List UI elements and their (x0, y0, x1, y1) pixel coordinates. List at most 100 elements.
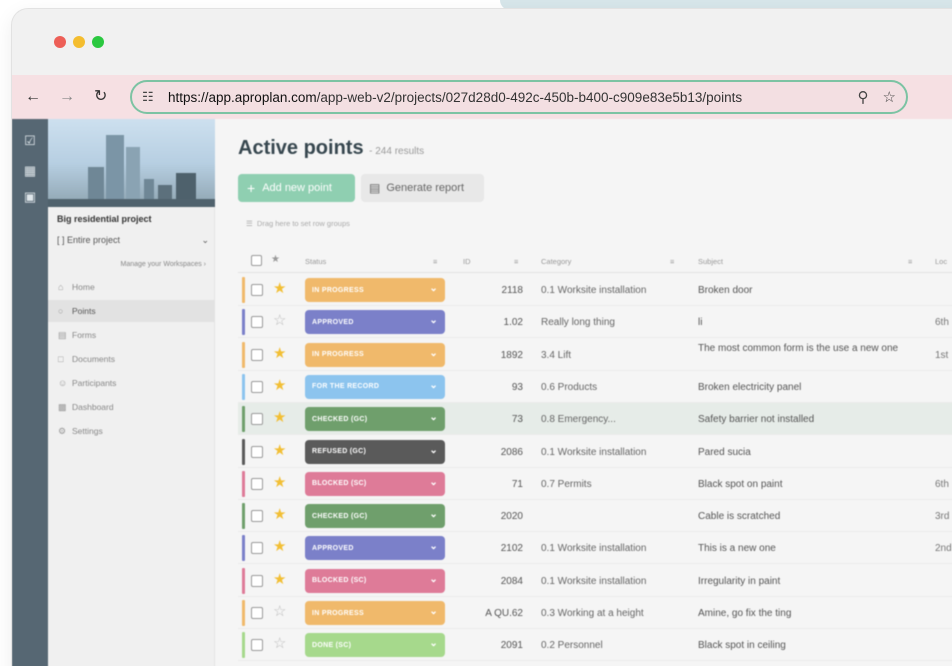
inbox-app-icon[interactable]: ▣ (22, 189, 38, 205)
status-dropdown[interactable]: REFUSED (GC) ⌄ (305, 439, 445, 464)
point-subject: Black spot in ceiling (698, 640, 786, 652)
row-checkbox[interactable] (251, 413, 263, 426)
table-row[interactable]: ☆ APPROVED ⌄ 1.02 Really long thing li 6th (238, 306, 952, 339)
select-all-checkbox[interactable] (251, 255, 262, 266)
status-dropdown[interactable]: FOR THE RECORD ⌄ (305, 374, 445, 399)
status-dropdown[interactable]: BLOCKED (SC) ⌄ (305, 471, 445, 496)
row-checkbox[interactable] (251, 445, 263, 458)
chevron-down-icon: ⌄ (429, 283, 438, 294)
back-arrow-icon[interactable]: ← (25, 88, 41, 106)
star-filled-icon[interactable]: ★ (273, 378, 286, 393)
forward-arrow-icon[interactable]: → (59, 88, 75, 106)
star-outline-icon[interactable]: ☆ (273, 636, 286, 651)
table-row[interactable]: ★ BLOCKED (SC) ⌄ 2084 0.1 Worksite installat… (238, 565, 952, 597)
column-category[interactable]: Category (541, 257, 571, 266)
row-checkbox[interactable] (251, 574, 263, 587)
sidebar-item-documents[interactable]: □ Documents (48, 348, 215, 370)
row-checkbox[interactable] (251, 510, 263, 523)
row-checkbox[interactable] (251, 639, 263, 652)
minimize-window-button[interactable] (73, 36, 85, 48)
table-row[interactable]: ★ APPROVED ⌄ 2102 0.1 Worksite installation T… (238, 532, 952, 565)
sidebar-item-participants[interactable]: ☺ Participants (48, 372, 215, 394)
status-dropdown[interactable]: BLOCKED (SC) ⌄ (305, 568, 445, 593)
reload-icon[interactable]: ↻ (94, 88, 107, 106)
buildings-app-icon[interactable]: ▦ (22, 163, 38, 179)
star-outline-icon[interactable]: ☆ (273, 604, 286, 619)
table-row[interactable]: ★ BLOCKED (SC) ⌄ 71 0.7 Permits Black spot on… (238, 468, 952, 500)
column-subject[interactable]: Subject (698, 257, 723, 266)
table-row[interactable]: ★ CHECKED (GC) ⌄ 2020 Cable is scratched 3rd (238, 500, 952, 533)
star-filled-icon[interactable]: ★ (273, 539, 286, 554)
bookmark-star-icon[interactable]: ☆ (883, 88, 896, 106)
column-menu-icon[interactable]: ≡ (670, 257, 674, 266)
table-header: ★ Status ≡ ID ≡ Category ≡ Subject ≡ Loc (238, 249, 952, 273)
table-row[interactable]: ★ IN PROGRESS ⌄ 2118 0.1 Worksite installati… (238, 274, 952, 306)
star-filled-icon[interactable]: ★ (273, 281, 286, 296)
status-dropdown[interactable]: DONE (SC) ⌄ (305, 633, 445, 658)
row-group-icon: ☰ (246, 219, 253, 228)
sidebar-item-home[interactable]: ⌂ Home (48, 276, 215, 298)
row-group-dropzone[interactable]: ☰ Drag here to set row groups (246, 219, 350, 228)
column-id[interactable]: ID (463, 257, 471, 266)
star-filled-icon[interactable]: ★ (273, 443, 286, 458)
address-bar[interactable]: ☷ https://app.aproplan.com/app-web-v2/pr… (130, 80, 908, 114)
sidebar-item-forms[interactable]: ▤ Forms (48, 324, 215, 346)
status-dropdown[interactable]: IN PROGRESS ⌄ (305, 601, 445, 625)
app-icon-rail: ☑ ▦ ▣ (12, 119, 48, 666)
chevron-down-icon: ⌄ (429, 444, 438, 456)
status-dropdown[interactable]: IN PROGRESS ⌄ (305, 278, 445, 302)
row-checkbox[interactable] (251, 316, 263, 329)
point-category: 0.7 Permits (541, 478, 592, 490)
column-status[interactable]: Status (305, 257, 326, 266)
table-row[interactable]: ★ FOR THE RECORD ⌄ 93 0.6 Products Broken ele… (238, 371, 952, 403)
zoom-icon[interactable]: ⚲ (858, 88, 869, 106)
sidebar-item-points[interactable]: ○ Points (48, 300, 215, 322)
sidebar-item-dashboard[interactable]: ▩ Dashboard (48, 396, 215, 418)
star-filled-icon[interactable]: ★ (273, 572, 286, 587)
generate-report-button[interactable]: ▤ Generate report (361, 174, 484, 202)
star-filled-icon[interactable]: ★ (273, 410, 286, 425)
row-checkbox[interactable] (251, 284, 263, 296)
close-window-button[interactable] (54, 36, 66, 48)
add-new-point-button[interactable]: + Add new point (238, 174, 355, 202)
status-dropdown[interactable]: CHECKED (GC) ⌄ (305, 504, 445, 529)
url-text[interactable]: https://app.aproplan.com/app-web-v2/proj… (164, 90, 844, 105)
point-category: 0.1 Worksite installation (541, 543, 647, 555)
row-checkbox[interactable] (251, 477, 263, 490)
manage-workspaces-link[interactable]: Manage your Workspaces › (121, 261, 206, 268)
chevron-down-icon: ⌄ (429, 638, 438, 650)
point-id: 71 (511, 478, 523, 490)
maximize-window-button[interactable] (92, 36, 104, 48)
status-dropdown[interactable]: IN PROGRESS ⌄ (305, 342, 445, 367)
column-menu-icon[interactable]: ≡ (433, 257, 437, 266)
row-checkbox[interactable] (251, 542, 263, 555)
star-filled-icon[interactable]: ★ (273, 475, 286, 490)
column-menu-icon[interactable]: ≡ (908, 257, 912, 266)
star-filled-icon[interactable]: ★ (273, 507, 286, 522)
chevron-down-icon: ⌄ (429, 509, 438, 521)
table-row[interactable]: ☆ IN PROGRESS ⌄ A QU.62 0.3 Working at a hei… (238, 597, 952, 629)
column-location[interactable]: Loc (935, 257, 947, 266)
row-checkbox[interactable] (251, 607, 263, 619)
star-outline-icon[interactable]: ☆ (273, 313, 286, 328)
table-row[interactable]: ★ IN PROGRESS ⌄ 1892 3.4 Lift The most common… (238, 339, 952, 371)
scope-selector[interactable]: [ ] Entire project ⌄ (57, 235, 209, 246)
status-dropdown[interactable]: APPROVED ⌄ (305, 310, 445, 335)
points-app-icon[interactable]: ☑ (22, 133, 38, 149)
row-checkbox[interactable] (251, 380, 263, 393)
table-row[interactable]: ★ REFUSED (GC) ⌄ 2086 0.1 Worksite installat… (238, 436, 952, 468)
status-dropdown[interactable]: CHECKED (GC) ⌄ (305, 407, 445, 432)
site-settings-icon[interactable]: ☷ (142, 89, 164, 105)
column-menu-icon[interactable]: ≡ (514, 257, 518, 266)
point-location: 2nd (935, 543, 952, 555)
star-column-icon[interactable]: ★ (271, 254, 280, 265)
star-filled-icon[interactable]: ★ (273, 346, 286, 361)
status-dropdown[interactable]: APPROVED ⌄ (305, 536, 445, 561)
table-row[interactable]: ☆ DONE (SC) ⌄ 2091 0.2 Personnel Black spot i… (238, 629, 952, 662)
status-label: IN PROGRESS (312, 286, 364, 294)
status-color-bar (242, 309, 245, 336)
sidebar-item-settings[interactable]: ⚙ Settings (48, 420, 215, 442)
table-row[interactable]: ★ CHECKED (GC) ⌄ 73 0.8 Emergency... Safety b… (238, 403, 952, 436)
status-color-bar (242, 277, 245, 303)
row-checkbox[interactable] (251, 348, 263, 361)
